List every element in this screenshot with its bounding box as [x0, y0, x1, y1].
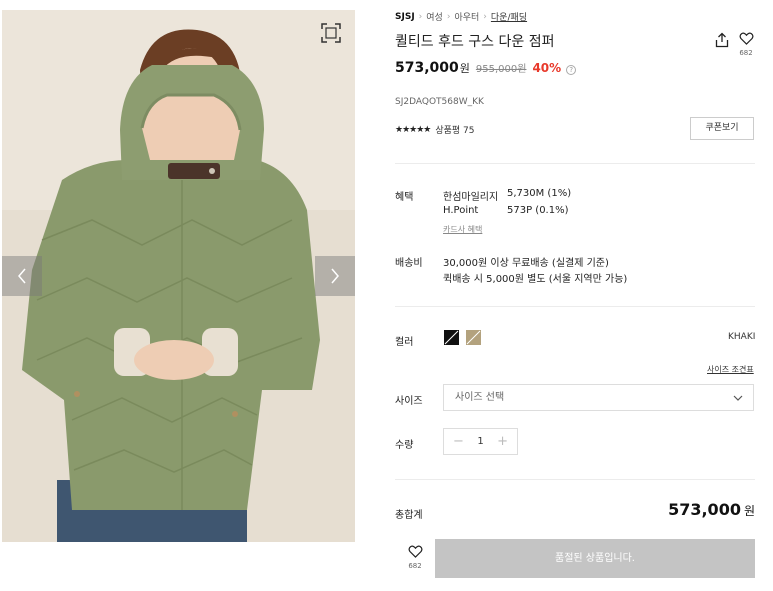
- quantity-stepper: − 1 +: [443, 428, 518, 455]
- size-select-placeholder: 사이즈 선택: [455, 392, 505, 403]
- chevron-right-icon: ›: [418, 11, 423, 22]
- color-swatch-black[interactable]: [444, 330, 459, 345]
- total-label: 총합계: [395, 510, 423, 521]
- chevron-right-icon: ›: [483, 11, 487, 22]
- discount-rate: 40%: [532, 61, 562, 75]
- review-count: 상품평 75: [435, 126, 475, 136]
- divider: [395, 163, 755, 164]
- benefit-value: 5,730M (1%): [507, 188, 572, 199]
- benefit-name: H.Point: [443, 205, 479, 216]
- sale-price: 573,000: [395, 60, 459, 76]
- price-row: 573,000 원 955,000원 40% ?: [395, 60, 577, 76]
- original-price: 955,000원: [475, 64, 527, 75]
- breadcrumb-item-current[interactable]: 다운/패딩: [491, 10, 527, 23]
- bottom-wishlist-button[interactable]: 682: [405, 545, 425, 570]
- benefit-name: 한섬마일리지: [443, 192, 499, 203]
- divider: [395, 306, 755, 307]
- share-icon[interactable]: [714, 32, 730, 48]
- gallery-prev-button[interactable]: [2, 256, 42, 296]
- wishlist-button[interactable]: 682: [736, 32, 756, 57]
- selected-color-name: KHAKI: [728, 332, 756, 342]
- chevron-right-icon: ›: [446, 11, 451, 22]
- total-price-value: 573,000: [668, 500, 741, 519]
- gallery-next-button[interactable]: [315, 256, 355, 296]
- breadcrumb-item-outer[interactable]: 아우터: [454, 10, 479, 23]
- card-benefit-link[interactable]: 카드사 혜택: [443, 224, 482, 235]
- chevron-left-icon: [18, 268, 26, 284]
- quantity-value[interactable]: 1: [477, 436, 483, 447]
- heart-icon: [408, 545, 422, 558]
- zoom-icon[interactable]: [320, 22, 342, 44]
- shipping-line: 30,000원 이상 무료배송 (실결제 기준): [443, 258, 609, 269]
- color-swatch-khaki[interactable]: [466, 330, 481, 345]
- benefit-line-hpoint: H.Point 573P (0.1%): [443, 205, 569, 216]
- breadcrumb-brand-link[interactable]: SJSJ: [395, 12, 415, 22]
- size-select[interactable]: 사이즈 선택: [443, 384, 754, 411]
- coupon-button[interactable]: 쿠폰보기: [690, 117, 754, 140]
- soldout-button[interactable]: 품절된 상품입니다.: [435, 539, 755, 578]
- info-icon[interactable]: ?: [566, 65, 577, 75]
- wishlist-count: 682: [408, 562, 422, 570]
- wishlist-count: 682: [739, 49, 753, 57]
- chevron-down-icon: [733, 395, 743, 401]
- divider: [395, 479, 755, 480]
- benefit-line-mileage: 한섬마일리지 5,730M (1%): [443, 188, 571, 203]
- chevron-right-icon: [331, 268, 339, 284]
- benefit-value: 573P (0.1%): [507, 205, 569, 216]
- price-currency: 원: [459, 62, 470, 75]
- quantity-label: 수량: [395, 440, 414, 451]
- star-rating-icon: ★★★★★: [395, 124, 431, 135]
- product-sku: SJ2DAQOT568W_KK: [395, 97, 484, 107]
- product-image-gallery: [2, 10, 355, 542]
- heart-icon: [739, 32, 753, 45]
- size-guide-link[interactable]: 사이즈 조견표: [707, 364, 754, 375]
- size-label: 사이즈: [395, 396, 423, 407]
- product-title: 퀼티드 후드 구스 다운 점퍼: [395, 34, 555, 50]
- quantity-plus-button[interactable]: +: [497, 434, 508, 449]
- product-photo: [2, 10, 355, 542]
- shipping-label: 배송비: [395, 258, 423, 269]
- total-price: 573,000 원: [668, 500, 755, 519]
- breadcrumb: SJSJ › 여성 › 아우터 › 다운/패딩: [395, 10, 527, 24]
- benefit-label: 혜택: [395, 192, 414, 203]
- breadcrumb-item-women[interactable]: 여성: [426, 10, 443, 23]
- color-label: 컬러: [395, 337, 414, 348]
- rating-row[interactable]: ★★★★★ 상품평 75: [395, 123, 475, 137]
- quantity-minus-button[interactable]: −: [453, 434, 464, 449]
- total-price-currency: 원: [743, 504, 755, 518]
- shipping-line: 퀵배송 시 5,000원 별도 (서울 지역만 가능): [443, 274, 628, 285]
